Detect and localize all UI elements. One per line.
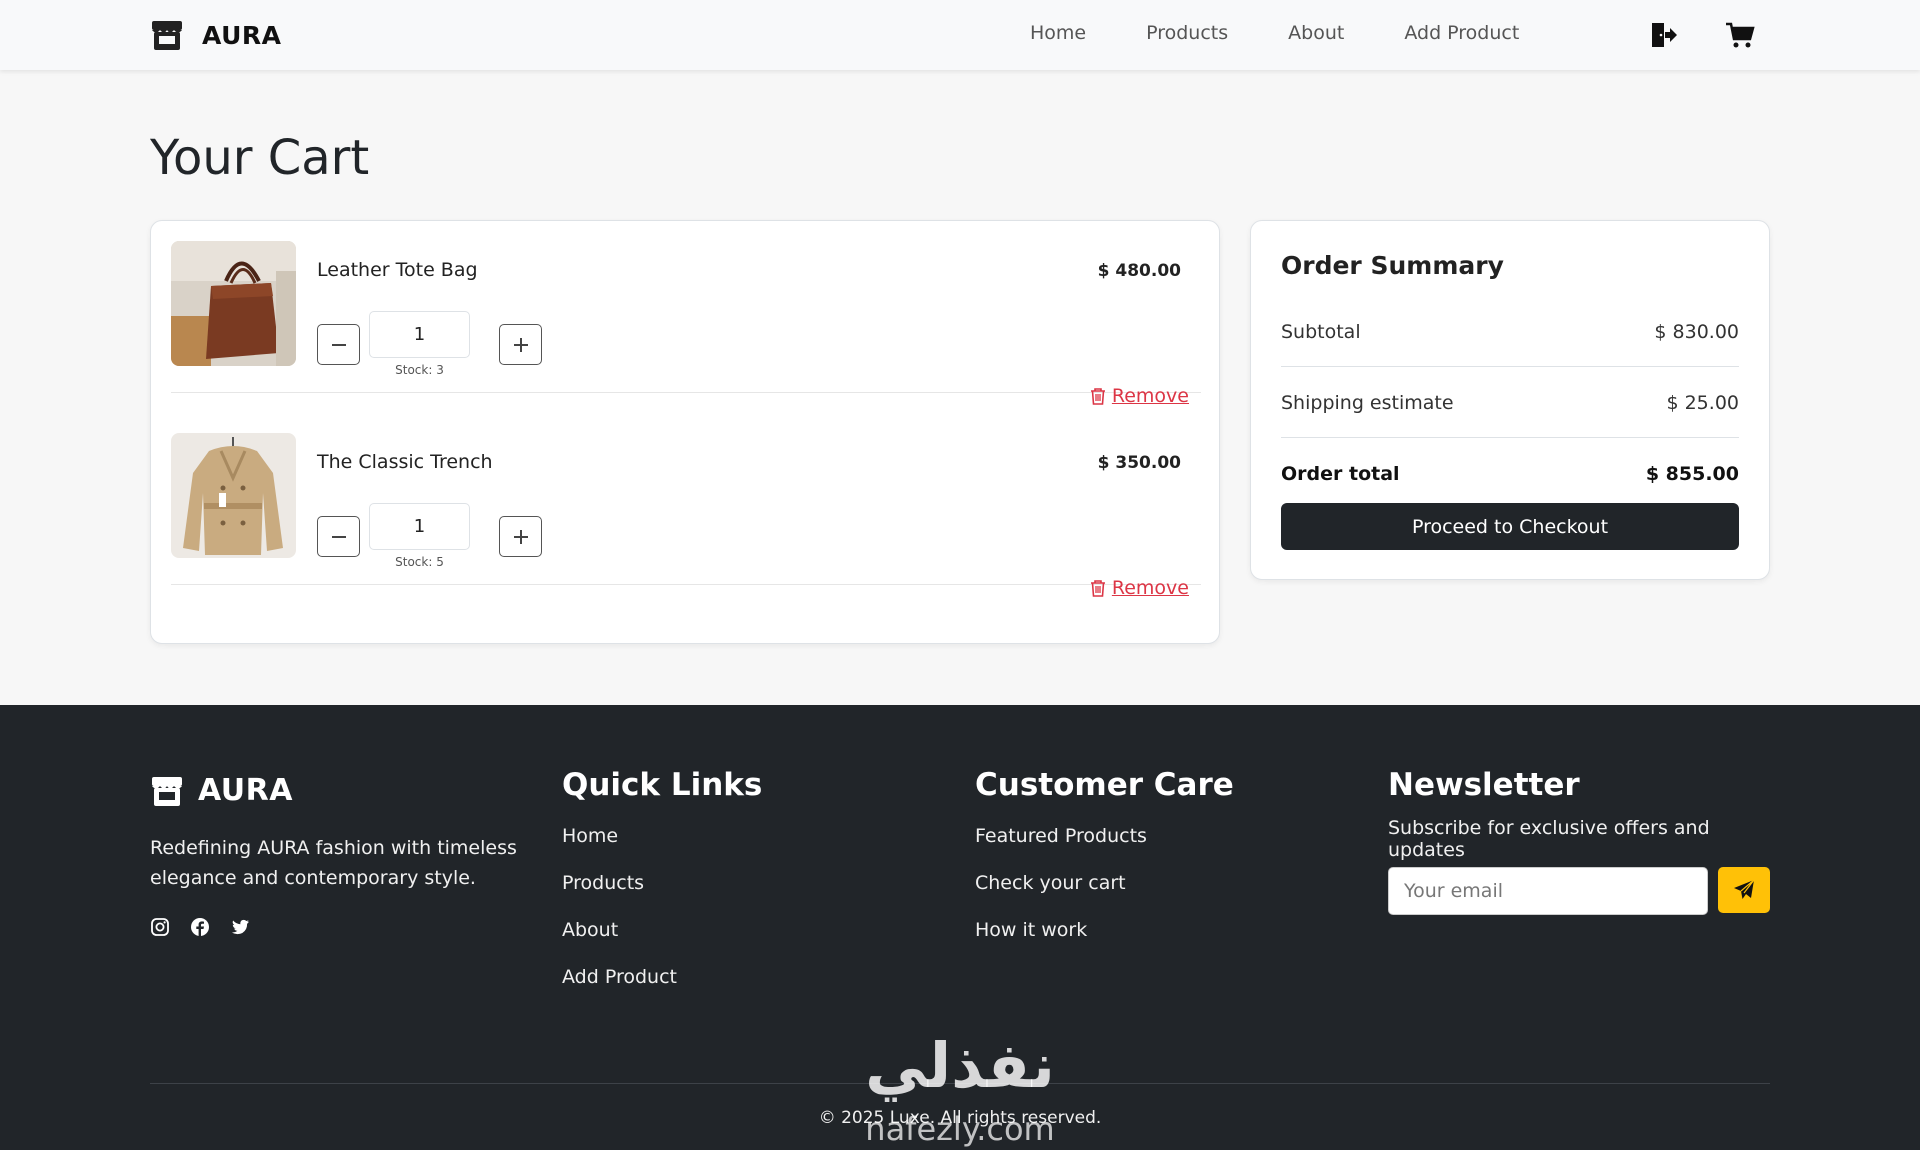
order-summary-card: Order Summary Subtotal $ 830.00 Shipping… [1250,220,1770,580]
newsletter-column: Newsletter Subscribe for exclusive offer… [1388,767,1778,927]
subtotal-value: $ 830.00 [1654,320,1739,343]
shipping-value: $ 25.00 [1666,391,1739,414]
item-price: $ 350.00 [1097,453,1181,473]
footer-description: Redefining AURA fashion with timeless el… [150,837,517,889]
minus-icon [331,535,346,538]
nav-link-about[interactable]: About [1288,22,1344,44]
footer-brand[interactable]: AURA [150,773,293,808]
svg-text:نفذلي: نفذلي [865,1035,1055,1102]
footer-link-add-product[interactable]: Add Product [562,966,762,988]
remove-button[interactable]: Remove [1088,577,1189,599]
footer: AURA Redefining AURA fashion with timele… [0,705,1920,1150]
increase-quantity-button[interactable] [499,324,542,365]
instagram-icon[interactable] [150,917,170,937]
customer-care-title: Customer Care [975,767,1234,803]
plus-icon [513,337,528,352]
product-image-leather-tote-bag[interactable] [171,241,296,366]
quantity-input[interactable] [369,311,470,358]
footer-brand-name: AURA [198,773,293,808]
footer-link-check-cart[interactable]: Check your cart [975,872,1234,894]
remove-label: Remove [1111,577,1189,599]
order-summary-title: Order Summary [1281,251,1504,280]
newsletter-submit-button[interactable] [1718,867,1770,913]
store-icon [152,776,182,806]
order-total-row: Order total $ 855.00 [1281,439,1739,509]
newsletter-title: Newsletter [1388,767,1580,803]
quantity-input[interactable] [369,503,470,550]
proceed-to-checkout-button[interactable]: Proceed to Checkout [1281,503,1739,550]
cart-icon[interactable] [1725,20,1755,50]
remove-button[interactable]: Remove [1088,385,1189,407]
shipping-label: Shipping estimate [1281,391,1454,414]
trash-icon [1090,580,1105,597]
brand-logo[interactable]: AURA [150,18,281,52]
product-image-the-classic-trench[interactable] [171,433,296,558]
quick-links-title: Quick Links [562,767,763,803]
svg-text:nafezly.com: nafezly.com [865,1110,1054,1148]
increase-quantity-button[interactable] [499,516,542,557]
facebook-icon[interactable] [190,917,210,937]
cart-item: The Classic Trench $ 350.00 Stock: 5 Rem… [171,413,1201,599]
order-total-label: Order total [1281,463,1400,485]
customer-care-column: Customer Care Featured Products Check yo… [975,767,1234,966]
item-price: $ 480.00 [1097,261,1181,281]
social-links [150,917,250,937]
quick-links-column: Quick Links Home Products About Add Prod… [562,767,762,1013]
cart-item: Leather Tote Bag $ 480.00 Stock: 3 Remov… [171,221,1201,407]
paper-plane-icon [1734,879,1755,899]
nav-link-products[interactable]: Products [1146,22,1228,44]
stock-label: Stock: 5 [395,555,444,569]
decrease-quantity-button[interactable] [317,324,360,365]
watermark-logo: نفذلي nafezly.com [865,1035,1055,1148]
nav-link-home[interactable]: Home [1030,22,1086,44]
navbar: AURA Home Products About Add Product [0,0,1920,70]
footer-link-how-it-work[interactable]: How it work [975,919,1234,941]
minus-icon [331,343,346,346]
subtotal-label: Subtotal [1281,320,1361,343]
newsletter-email-input[interactable] [1388,867,1708,915]
brand-name: AURA [202,20,282,50]
stock-label: Stock: 3 [395,363,444,377]
remove-label: Remove [1111,385,1189,407]
shipping-row: Shipping estimate $ 25.00 [1281,368,1739,438]
newsletter-subtitle: Subscribe for exclusive offers and updat… [1388,817,1710,861]
cart-card: Leather Tote Bag $ 480.00 Stock: 3 Remov… [150,220,1220,644]
store-icon [152,21,182,50]
page-title: Your Cart [150,130,370,186]
plus-icon [513,529,528,544]
footer-link-about[interactable]: About [562,919,762,941]
trash-icon [1090,388,1105,405]
order-total-value: $ 855.00 [1645,463,1739,485]
decrease-quantity-button[interactable] [317,516,360,557]
logout-icon[interactable] [1648,20,1678,50]
footer-link-products[interactable]: Products [562,872,762,894]
item-name[interactable]: Leather Tote Bag [317,259,478,281]
footer-link-featured-products[interactable]: Featured Products [975,825,1234,847]
footer-link-home[interactable]: Home [562,825,762,847]
nav-links: Home Products About Add Product [1030,22,1579,44]
twitter-icon[interactable] [230,917,250,937]
subtotal-row: Subtotal $ 830.00 [1281,297,1739,367]
item-name[interactable]: The Classic Trench [317,451,493,473]
nav-link-add-product[interactable]: Add Product [1404,22,1519,44]
